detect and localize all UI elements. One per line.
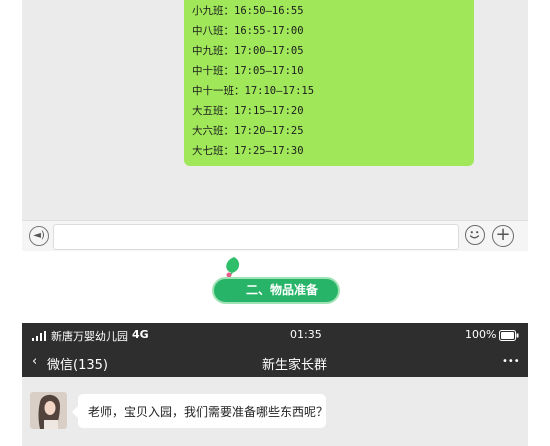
avatar[interactable] <box>30 392 67 429</box>
schedule-line: 中九班：17:00—17:05 <box>192 45 304 57</box>
avatar-image <box>30 392 67 429</box>
schedule-line: 小九班：16:50—16:55 <box>192 5 304 17</box>
carrier-name: 新唐万婴幼儿园 <box>51 330 128 343</box>
schedule-line: 大五班：17:15—17:20 <box>192 105 304 117</box>
chat-input-bar: ◄) + <box>22 220 528 251</box>
schedule-line: 中十一班：17:10—17:15 <box>192 85 315 97</box>
emoji-icon[interactable] <box>465 225 485 245</box>
battery-percent: 100% <box>465 328 497 341</box>
network-type: 4G <box>132 328 149 341</box>
chat-title: 新生家长群 <box>262 358 328 373</box>
schedule-line: 中八班：16:55-17:00 <box>192 25 304 37</box>
voice-icon[interactable]: ◄) <box>29 226 49 246</box>
section-title: 二、物品准备 <box>245 283 318 297</box>
back-chevron-icon[interactable]: ‹ <box>32 354 37 369</box>
message-text: 老师，宝贝入园，我们需要准备哪些东西呢？ <box>88 405 329 419</box>
status-time: 01:35 <box>290 328 322 341</box>
chat-nav-bar: ‹ 微信(135) 新生家长群 ••• <box>22 347 528 377</box>
battery-icon <box>499 330 519 341</box>
schedule-line: 大七班：17:25—17:30 <box>192 145 304 157</box>
message-input[interactable] <box>53 224 459 250</box>
phone-status-bar: 新唐万婴幼儿园 4G 01:35 100% <box>22 323 528 347</box>
back-button-label[interactable]: 微信(135) <box>47 354 108 373</box>
emoji-icon-glyph <box>469 231 480 239</box>
section-title-pill: 二、物品准备 <box>212 277 340 304</box>
schedule-line: 中十班：17:05—17:10 <box>192 65 304 77</box>
chat-message-area: 老师，宝贝入园，我们需要准备哪些东西呢？ <box>22 377 528 446</box>
schedule-message-bubble: 小九班：16:50—16:55 中八班：16:55-17:00 中九班：17:0… <box>184 0 474 166</box>
add-icon[interactable]: + <box>492 225 514 247</box>
schedule-line: 大六班：17:20—17:25 <box>192 125 304 137</box>
incoming-message-bubble: 老师，宝贝入园，我们需要准备哪些东西呢？ <box>72 394 329 428</box>
signal-icon <box>32 331 46 341</box>
more-icon[interactable]: ••• <box>502 356 520 367</box>
